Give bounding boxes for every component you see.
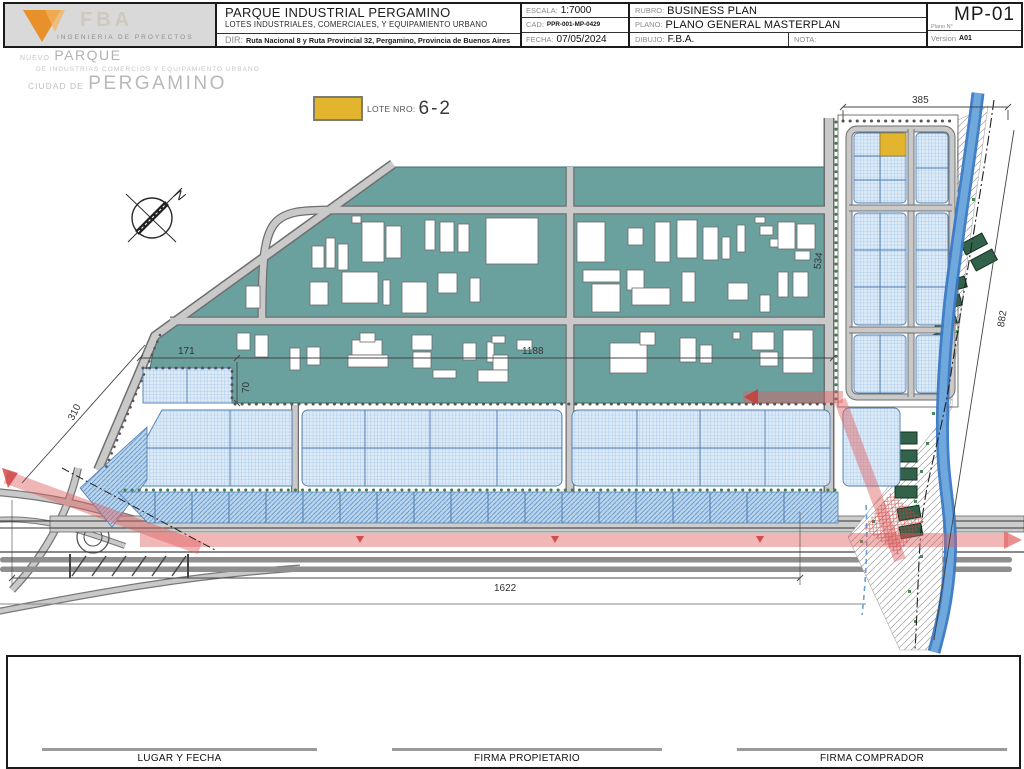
signature-label-lugar: LUGAR Y FECHA [42,753,317,764]
dim-171: 171 [178,346,195,357]
version-label: Version [931,34,956,43]
industrial-lots-row1 [120,408,900,486]
title-block: FBA INGENIERIA DE PROYECTOS PARQUE INDUS… [3,2,1023,48]
north-compass-icon: N [126,186,189,242]
signature-label-comprador: FIRMA COMPRADOR [737,753,1007,764]
legend-lot-number: 6-2 [419,98,452,120]
small-lot-block [143,368,232,403]
sheet-number: MP-01 [954,4,1015,26]
fecha-value: 07/05/2024 [557,34,607,45]
sheet-cell: MP-01 Plano N° Version A01 [928,4,1021,46]
dibujo-label: DIBUJO: [635,35,665,44]
dir-label: DIR: [225,35,243,45]
legend: LOTE NRO: 6-2 [313,96,452,121]
dim-1188: 1188 [522,346,544,357]
dim-1622: 1622 [494,583,517,594]
dim-310: 310 [66,402,84,422]
project-subtitle: LOTES INDUSTRIALES, COMERCIALES, Y EQUIP… [225,20,520,29]
signature-line-propietario [392,748,662,751]
signature-label-propietario: FIRMA PROPIETARIO [392,753,662,764]
dim-534: 534 [812,251,825,269]
industrial-lots-row2 [118,492,838,523]
plano-value: PLANO GENERAL MASTERPLAN [666,19,841,31]
legend-label: LOTE NRO: [367,104,416,114]
signature-box: LUGAR Y FECHA FIRMA PROPIETARIO FIRMA CO… [6,655,1021,769]
company-tagline: INGENIERIA DE PROYECTOS [57,34,194,41]
masterplan-drawing: N 385 534 882 310 171 70 1188 1622 [0,46,1024,655]
lot-6-2-highlight [880,133,906,156]
dim-385: 385 [912,95,929,106]
compass-north-label: N [171,186,188,204]
project-title: PARQUE INDUSTRIAL PERGAMINO [225,6,520,20]
logo-cell: FBA INGENIERIA DE PROYECTOS [5,4,217,46]
plano-n-label: Plano N° [931,24,953,30]
company-logo-triangle-shade-icon [45,10,65,32]
dibujo-value: F.B.A. [668,34,695,45]
escala-value: 1:7000 [561,5,592,16]
dir-value: Ruta Nacional 8 y Ruta Provincial 32, Pe… [246,36,510,45]
plano-cell: RUBRO: BUSINESS PLAN PLANO: PLANO GENERA… [630,4,928,46]
legend-lot-swatch [313,96,363,121]
dim-882: 882 [996,309,1010,328]
version-value: A01 [959,35,972,42]
dim-70: 70 [241,381,252,393]
nota-label: NOTA: [794,35,816,44]
rubro-value: BUSINESS PLAN [667,5,757,17]
scale-cell: ESCALA: 1:7000 CAD: PPR-001-MP-0429 FECH… [522,4,630,46]
cad-value: PPR-001-MP-0429 [547,21,600,28]
escala-label: ESCALA: [526,6,558,15]
plano-label: PLANO: [635,20,663,29]
fecha-label: FECHA: [526,35,554,44]
signature-line-comprador [737,748,1007,751]
rubro-label: RUBRO: [635,6,664,15]
cad-label: CAD: [526,20,544,29]
company-name-ghost: FBA [80,9,133,32]
signature-line-lugar [42,748,317,751]
project-title-cell: PARQUE INDUSTRIAL PERGAMINO LOTES INDUST… [217,4,522,46]
